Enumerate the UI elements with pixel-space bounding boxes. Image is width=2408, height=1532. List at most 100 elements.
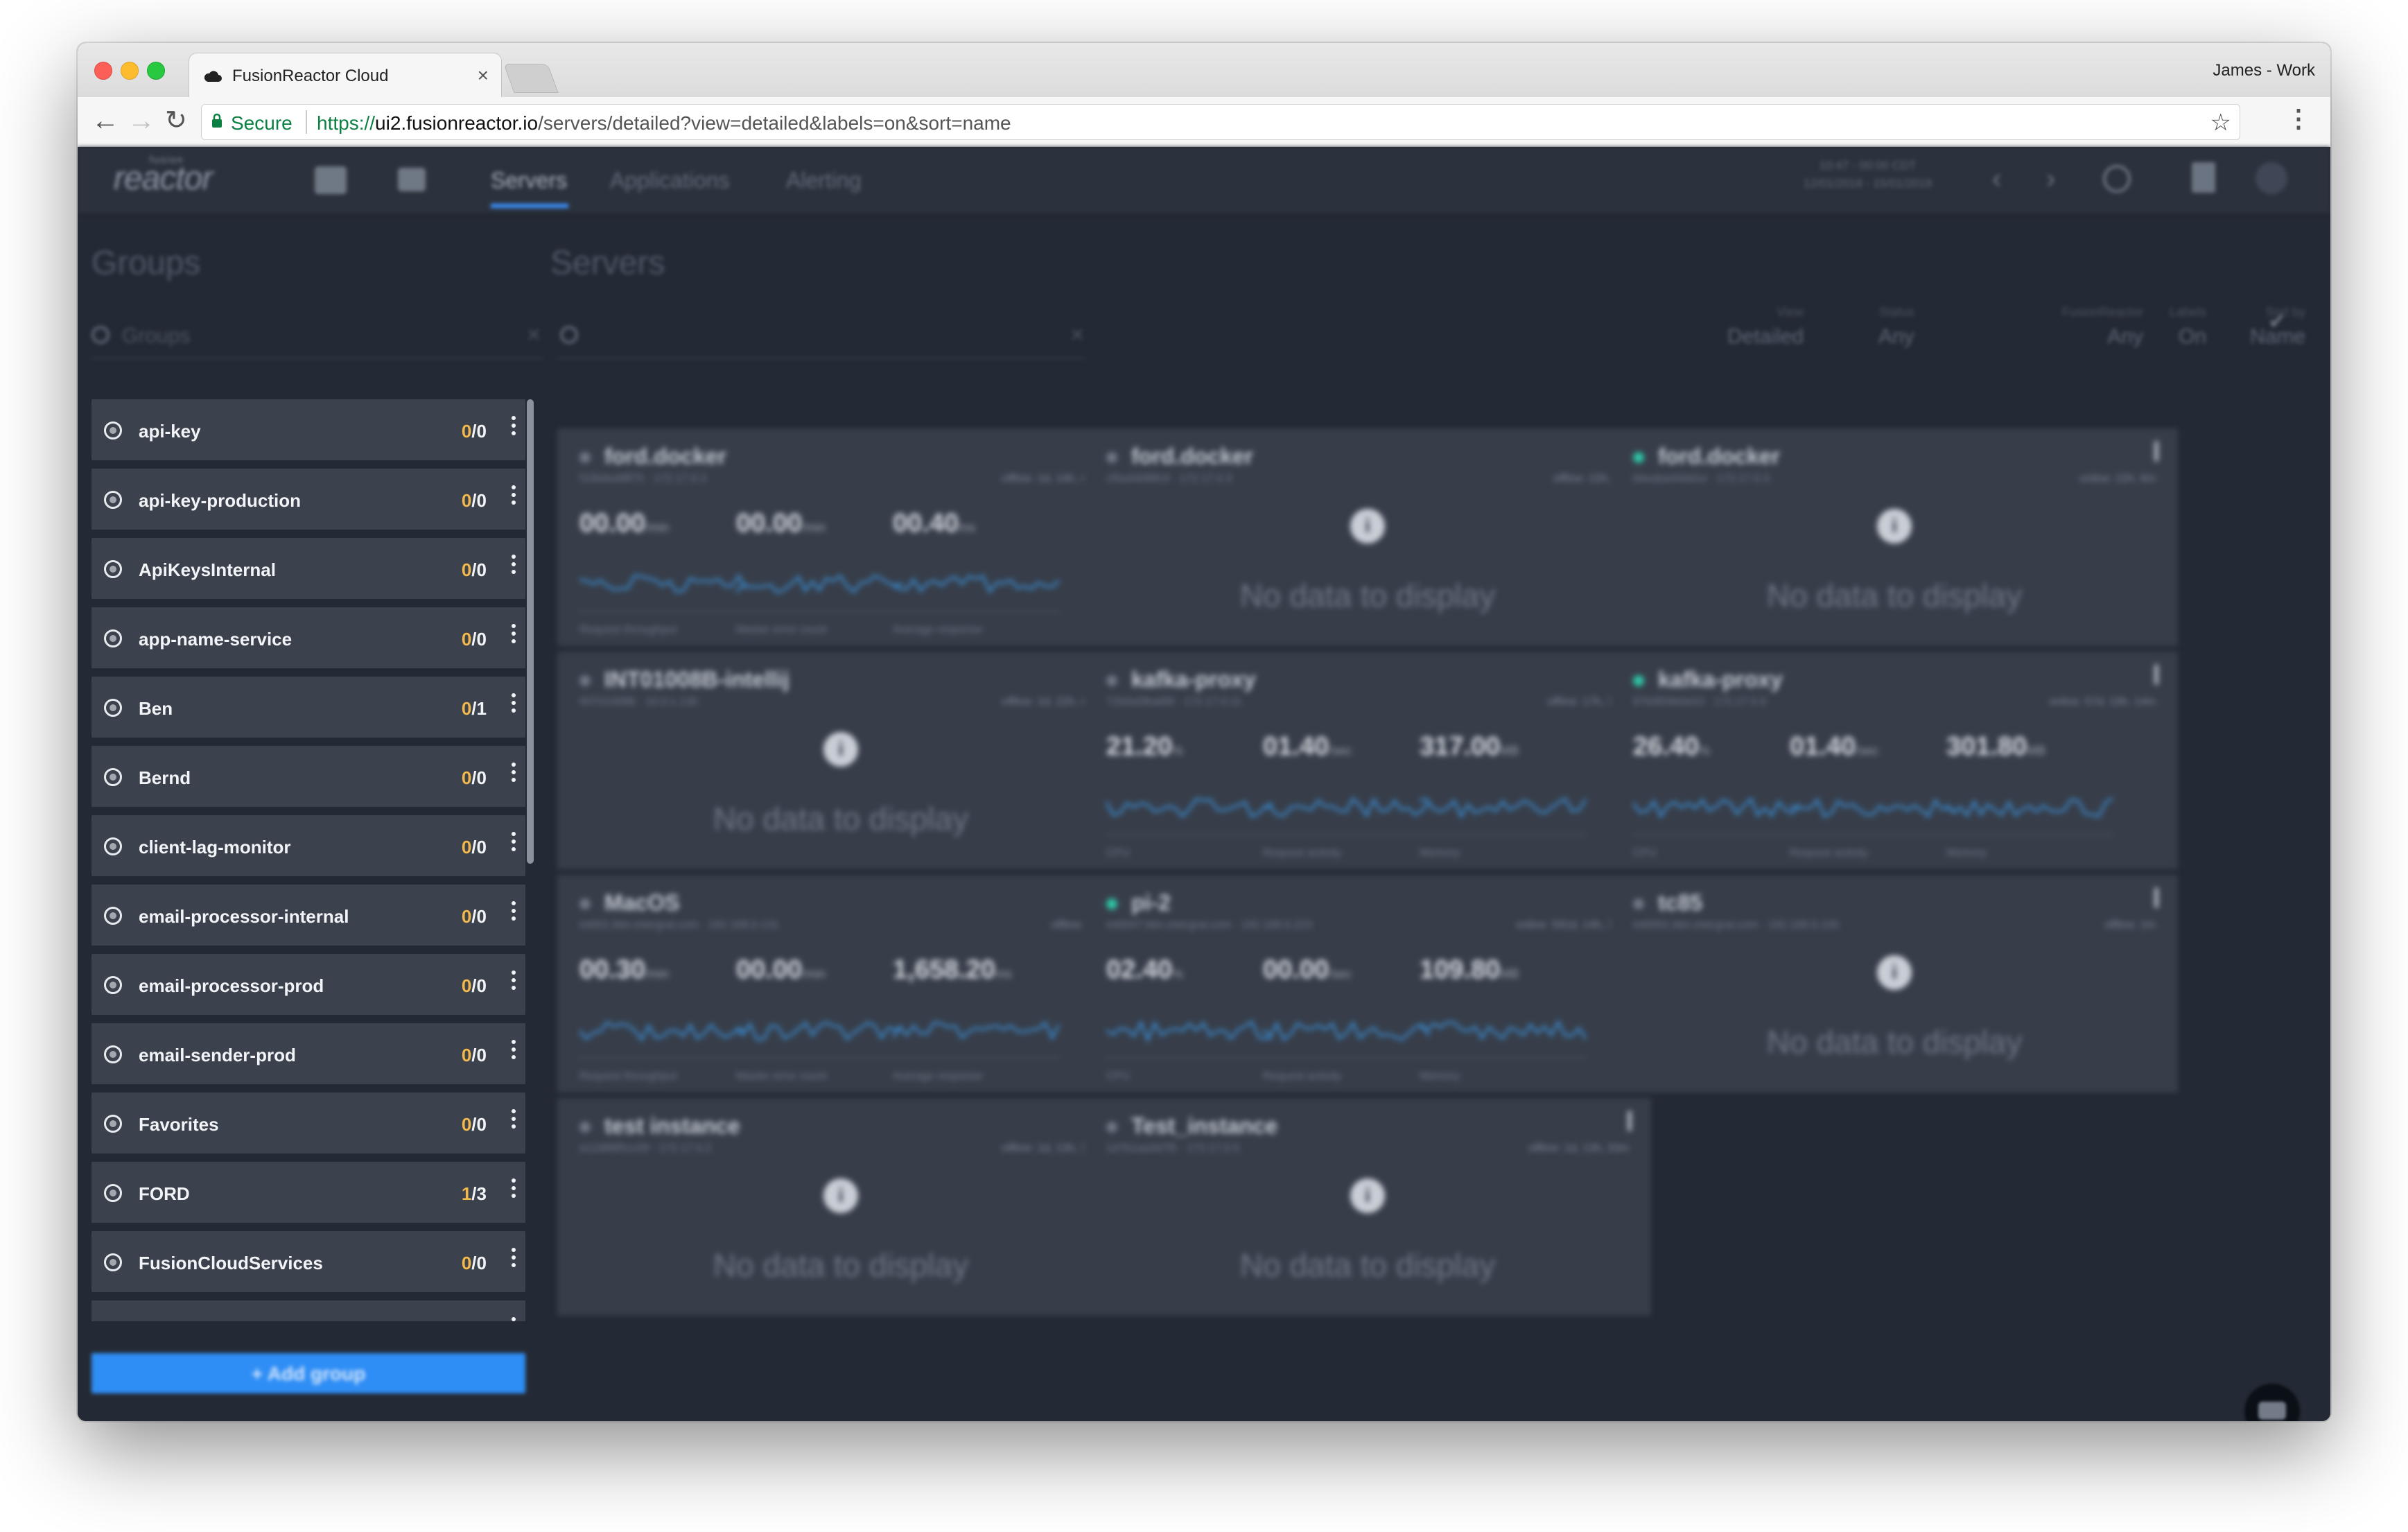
browser-menu-icon[interactable]: ⋮ [2286,104,2311,133]
filter-view[interactable]: View Detailed [1727,305,1804,349]
more-options-icon[interactable] [512,485,516,508]
group-item[interactable]: email-processor-internal 0/0 [91,885,525,946]
server-card[interactable]: test instance a12d88f5cc09 · 172.17.0.2 of… [557,1098,1124,1316]
previous-range-icon[interactable]: ‹ [1992,164,2001,195]
dashboard-icon[interactable] [315,166,347,194]
group-total-count: 0 [476,767,487,788]
server-card[interactable]: kafka-proxy 72b0a5fba8f8 · 172.17.0.11 off… [1084,652,1651,869]
close-window-button[interactable] [94,62,112,80]
group-item[interactable]: email-sender-prod 0/0 [91,1023,525,1084]
more-options-icon[interactable] [512,1040,516,1063]
group-item[interactable]: Ben 0/1 [91,677,525,738]
checkmark-icon[interactable]: ✔ [2268,308,2287,334]
more-options-icon[interactable] [512,970,516,993]
card-menu-icon[interactable] [1628,1111,1632,1131]
no-data-text: No data to display [1766,577,2023,613]
metric-unit: MB [2027,744,2046,758]
nav-applications[interactable]: Applications [610,168,730,193]
chat-icon [2258,1402,2286,1420]
messages-icon[interactable] [398,168,426,191]
more-options-icon[interactable] [512,555,516,577]
server-card[interactable]: tc85 int0091.bbn.intergral.com · 192.168.… [1611,875,2178,1093]
group-item[interactable]: client-lag-monitor 0/0 [91,815,525,876]
minimize-window-button[interactable] [121,62,139,80]
more-options-icon[interactable] [512,1317,516,1321]
group-search-field[interactable]: Groups × [91,320,543,359]
card-menu-icon[interactable] [2154,887,2158,908]
metric-unit: /sec [1329,744,1352,758]
group-item[interactable]: Favorites 0/0 [91,1093,525,1154]
server-card[interactable]: kafka-proxy 87b0f09b0e53 · 172.17.0.9 onli… [1611,652,2178,869]
group-item[interactable]: api-key 0/0 [91,399,525,460]
card-menu-icon[interactable] [2154,664,2158,685]
browser-tab[interactable]: FusionReactor Cloud × [189,53,502,98]
group-item[interactable]: email-processor-prod 0/0 [91,954,525,1015]
server-name: kafka-proxy [1131,667,1256,692]
date-range-picker[interactable]: 10:47 - 00:00 CDT 12/01/2018 - 15/01/201… [1804,157,1932,193]
server-grid: ford.docker f10b9ed9ff75 · 172.17.0.3 offl… [557,428,2318,1406]
more-options-icon[interactable] [512,1109,516,1132]
filter-labels[interactable]: Labels On [2170,305,2206,349]
group-item[interactable]: ApiKeysInternal 0/0 [91,538,525,599]
metric-value: 00.00/min [736,509,902,539]
close-tab-icon[interactable]: × [478,64,489,87]
group-item[interactable]: Bernd 0/0 [91,746,525,807]
document-icon[interactable] [2192,162,2215,193]
reload-icon[interactable]: ↻ [165,104,187,137]
filter-value: On [2179,325,2207,348]
more-options-icon[interactable] [512,832,516,855]
more-options-icon[interactable] [512,1178,516,1201]
sparkline-chart [1263,1020,1429,1059]
group-item[interactable]: api-key-production 0/0 [91,469,525,530]
metric-value: 00.00/min [736,955,902,985]
group-item[interactable]: app-name-service 0/0 [91,607,525,668]
more-options-icon[interactable] [512,624,516,647]
group-item[interactable]: FusionCloudServices 0/0 [91,1231,525,1292]
clear-search-icon[interactable]: × [1070,322,1084,349]
url-field[interactable]: Secure https://ui2.fusionreactor.io/serv… [201,104,2240,140]
fusionreactor-logo[interactable]: fusion reactor [114,154,213,198]
server-card[interactable]: pi-2 int0047.bbn.intergral.com · 192.168.… [1084,875,1651,1093]
forward-arrow-icon[interactable]: → [128,104,155,137]
more-options-icon[interactable] [512,763,516,785]
new-tab-button[interactable] [503,64,559,93]
clear-search-icon[interactable]: × [527,322,541,349]
server-card[interactable]: MacOS int001.bbn.intergral.com · 192.168.… [557,875,1124,1093]
group-list-scrollbar[interactable] [527,399,534,864]
info-icon: i [823,1178,858,1213]
nav-servers[interactable]: Servers [491,168,567,193]
card-menu-icon[interactable] [2154,441,2158,462]
more-options-icon[interactable] [512,693,516,716]
more-options-icon[interactable] [512,416,516,439]
nav-alerting[interactable]: Alerting [786,168,862,193]
filter-status[interactable]: Status Any [1878,305,1914,349]
filter-value: Detailed [1727,325,1804,348]
metric-unit: /min [645,521,670,534]
maximize-window-button[interactable] [147,62,165,80]
profile-name[interactable]: James - Work [2213,61,2315,80]
offline-status-dot [1106,1122,1117,1133]
server-card[interactable]: ford.docker f10b9ed9ff75 · 172.17.0.3 offl… [557,428,1124,646]
metric-label: Request activity [1263,1070,1341,1082]
group-online-count: 0 [461,767,472,788]
metric: 21.20% CPU [1106,732,1273,859]
next-range-icon[interactable]: › [2046,164,2055,195]
user-avatar-icon[interactable] [2256,162,2287,194]
server-search-field[interactable]: × [557,320,1085,359]
group-online-count: 0 [461,490,472,511]
server-card[interactable]: ford.docker cf5a440f8fc9 · 172.17.0.3 offl… [1084,428,1651,646]
bookmark-star-icon[interactable]: ☆ [2210,109,2231,137]
group-item[interactable]: hapi0/0 [91,1300,525,1321]
server-card[interactable]: INT01008B-intellij INT01008B · 10.0.1.130… [557,652,1124,869]
metric-label: Memory [1946,847,1987,859]
back-arrow-icon[interactable]: ← [91,104,119,137]
more-options-icon[interactable] [512,1248,516,1271]
server-card[interactable]: Test_instance 1d7b1aa3d7f5 · 172.17.0.5 of… [1084,1098,1651,1316]
add-group-button[interactable]: + Add group [91,1353,525,1393]
more-options-icon[interactable] [512,901,516,924]
server-card[interactable]: ford.docker bbeaba44dd1e · 172.17.0.3 onli… [1611,428,2178,646]
filter-fusionreactor[interactable]: FusionReactor Any [1998,305,2143,349]
metric-unit: /sec [1856,744,1879,758]
group-item[interactable]: FORD 1/3 [91,1162,525,1223]
clock-icon[interactable] [2103,165,2131,193]
